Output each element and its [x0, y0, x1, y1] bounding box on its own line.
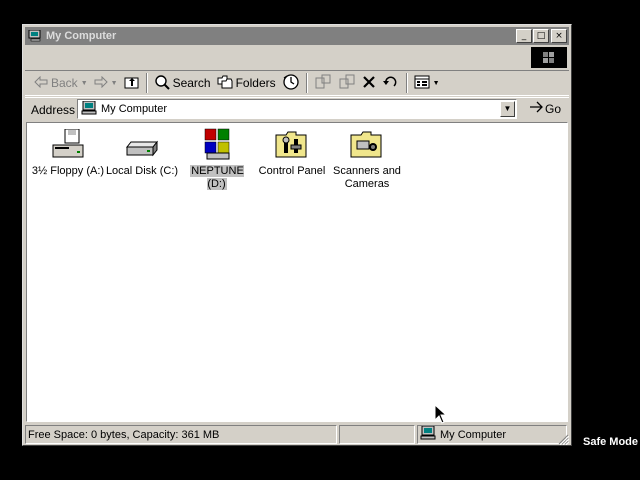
- address-field[interactable]: My Computer ▼: [77, 99, 517, 119]
- toolbar-separator: [145, 73, 148, 93]
- history-button[interactable]: [279, 72, 303, 94]
- menu-bar: [25, 46, 569, 68]
- folders-icon: [217, 75, 233, 92]
- drive-label-floppy: 3½ Floppy (A:): [31, 165, 105, 177]
- delete-button[interactable]: [359, 72, 379, 94]
- minimize-button[interactable]: _: [516, 29, 532, 43]
- standard-toolbar: Back ▼ ▼ Search Folders ▼: [25, 70, 569, 96]
- move-to-icon: [314, 74, 332, 93]
- go-button[interactable]: Go: [529, 101, 561, 116]
- maximize-icon: □: [536, 31, 546, 41]
- title-bar[interactable]: My Computer _ □ ×: [25, 27, 569, 45]
- forward-arrow-icon: [94, 75, 108, 91]
- folders-button[interactable]: Folders: [214, 72, 279, 94]
- my-computer-icon: [28, 29, 42, 42]
- chevron-down-icon: ▼: [503, 104, 512, 113]
- forward-dropdown-icon[interactable]: ▼: [111, 80, 118, 87]
- address-bar: Address My Computer ▼ Go: [25, 97, 569, 121]
- drive-label-local-disk: Local Disk (C:): [105, 165, 179, 177]
- status-space-text: Free Space: 0 bytes, Capacity: 361 MB: [28, 428, 220, 441]
- search-button[interactable]: Search: [151, 72, 214, 94]
- control-panel-folder-icon: [275, 131, 307, 158]
- search-icon: [154, 74, 170, 93]
- safe-mode-label: Safe Mode: [582, 436, 638, 448]
- drive-label-neptune: NEPTUNE (D:): [190, 165, 244, 190]
- status-zone-text: My Computer: [440, 428, 507, 441]
- delete-x-icon: [362, 75, 376, 92]
- up-button[interactable]: [121, 72, 143, 94]
- hard-disk-icon: [125, 140, 159, 157]
- mouse-cursor-icon: [434, 403, 448, 427]
- history-icon: [282, 73, 300, 94]
- folder-label-scanners-cameras: Scanners and Cameras: [333, 165, 401, 190]
- views-icon: [414, 75, 430, 92]
- folders-label: Folders: [235, 76, 276, 90]
- maximize-button[interactable]: □: [533, 29, 549, 43]
- forward-button[interactable]: ▼: [91, 72, 121, 94]
- toolbar-separator: [305, 73, 308, 93]
- drive-item-local-disk[interactable]: Local Disk (C:): [105, 129, 179, 178]
- copy-to-button[interactable]: [335, 72, 359, 94]
- views-button[interactable]: ▼: [411, 72, 443, 94]
- move-to-button[interactable]: [311, 72, 335, 94]
- status-empty-pane: [339, 425, 415, 444]
- views-dropdown-icon[interactable]: ▼: [433, 80, 440, 87]
- scanners-cameras-folder-icon: [350, 131, 382, 158]
- back-button[interactable]: Back ▼: [31, 72, 91, 94]
- my-computer-zone-icon: [420, 425, 436, 443]
- my-computer-small-icon: [81, 100, 97, 118]
- minimize-icon: _: [521, 31, 527, 41]
- close-icon: ×: [555, 31, 563, 41]
- address-dropdown-button[interactable]: ▼: [500, 101, 515, 117]
- back-arrow-icon: [34, 75, 48, 91]
- status-bar: Free Space: 0 bytes, Capacity: 361 MB My…: [25, 425, 570, 446]
- explorer-window: My Computer _ □ × Back ▼ ▼ Search Folder…: [22, 24, 572, 446]
- undo-icon: [382, 75, 400, 92]
- address-value: My Computer: [101, 103, 168, 115]
- floppy-drive-icon: [52, 129, 84, 158]
- go-arrow-icon: [529, 101, 543, 116]
- windows-logo-icon: [531, 47, 567, 68]
- folder-item-control-panel[interactable]: Control Panel: [255, 127, 329, 178]
- close-button[interactable]: ×: [551, 29, 567, 43]
- search-label: Search: [172, 76, 211, 90]
- status-space-pane: Free Space: 0 bytes, Capacity: 361 MB: [25, 425, 337, 444]
- toolbar-separator: [405, 73, 408, 93]
- folder-label-control-panel: Control Panel: [258, 165, 326, 177]
- status-zone-pane: My Computer: [417, 425, 567, 444]
- undo-button[interactable]: [379, 72, 403, 94]
- cd-drive-windows-icon: [204, 128, 230, 160]
- file-view-pane[interactable]: 3½ Floppy (A:) Local Disk (C:) NEPTUNE (…: [26, 122, 568, 422]
- copy-to-icon: [338, 74, 356, 93]
- go-label: Go: [544, 101, 561, 116]
- up-folder-icon: [124, 75, 140, 92]
- back-dropdown-icon[interactable]: ▼: [81, 80, 88, 87]
- folder-item-scanners-cameras[interactable]: Scanners and Cameras: [330, 127, 404, 191]
- drive-item-floppy[interactable]: 3½ Floppy (A:): [31, 129, 105, 178]
- window-title: My Computer: [46, 30, 117, 42]
- back-label: Back: [51, 76, 78, 90]
- drive-item-neptune[interactable]: NEPTUNE (D:): [180, 127, 254, 191]
- resize-grip-icon[interactable]: [557, 433, 570, 446]
- address-label: Address: [31, 102, 76, 117]
